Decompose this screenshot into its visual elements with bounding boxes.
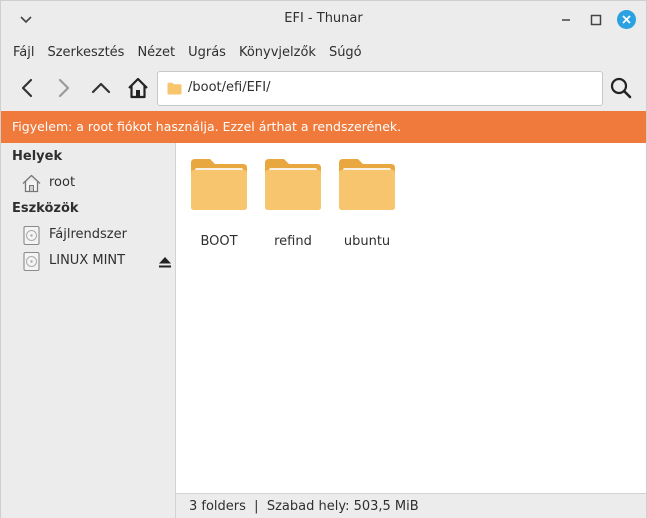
- menu-help[interactable]: Súgó: [324, 45, 367, 60]
- folder-item[interactable]: refind: [260, 157, 326, 249]
- sidebar-item-filesystem[interactable]: Fájlrendszer: [21, 223, 175, 247]
- eject-icon[interactable]: [158, 255, 172, 269]
- back-arrow-icon[interactable]: [15, 75, 41, 101]
- root-warning-banner: Figyelem: a root fiókot használja. Ezzel…: [1, 111, 646, 143]
- window-title: EFI - Thunar: [284, 11, 363, 26]
- folder-icon: [339, 159, 395, 210]
- location-bar[interactable]: /boot/efi/EFI/: [157, 71, 603, 106]
- devices-heading: Eszközök: [12, 201, 79, 216]
- places-heading: Helyek: [12, 149, 63, 164]
- toolbar: /boot/efi/EFI/: [1, 67, 646, 110]
- menu-view[interactable]: Nézet: [132, 45, 180, 60]
- menu-edit[interactable]: Szerkesztés: [42, 45, 129, 60]
- folder-icon: [191, 159, 247, 210]
- menu-bar: Fájl Szerkesztés Nézet Ugrás Könyvjelzők…: [1, 38, 646, 66]
- sidebar-item-linux-mint[interactable]: LINUX MINT: [21, 249, 175, 273]
- menu-bookmarks[interactable]: Könyvjelzők: [234, 45, 321, 60]
- minimize-icon[interactable]: [557, 11, 575, 29]
- sidebar-item-label: Fájlrendszer: [49, 227, 127, 242]
- folder-icon: [167, 82, 182, 95]
- sidebar: Helyek root Eszközök Fájlrendszer LINUX …: [1, 143, 176, 518]
- maximize-icon[interactable]: [587, 11, 605, 29]
- status-bar: 3 folders | Szabad hely: 503,5 MiB: [176, 493, 646, 518]
- folder-name: ubuntu: [343, 234, 391, 249]
- sidebar-item-label: LINUX MINT: [49, 253, 126, 268]
- title-bar: EFI - Thunar: [1, 1, 646, 38]
- folder-icon: [265, 159, 321, 210]
- sidebar-item-label: root: [49, 175, 76, 190]
- up-arrow-icon[interactable]: [88, 75, 114, 101]
- drive-icon: [23, 225, 40, 246]
- thunar-window: EFI - Thunar Fájl Szerkesztés Nézet Ugrá…: [0, 0, 647, 518]
- menu-file[interactable]: Fájl: [8, 45, 39, 60]
- drive-icon: [23, 251, 40, 272]
- close-icon[interactable]: [617, 10, 636, 29]
- forward-arrow-icon[interactable]: [50, 75, 76, 101]
- folder-item[interactable]: ubuntu: [334, 157, 400, 249]
- search-icon[interactable]: [608, 75, 634, 101]
- home-icon[interactable]: [125, 75, 151, 101]
- menu-go[interactable]: Ugrás: [183, 45, 231, 60]
- home-icon: [22, 174, 41, 193]
- folder-item[interactable]: BOOT: [186, 157, 252, 249]
- file-view: BOOT refind ubuntu: [176, 143, 646, 493]
- sidebar-item-root[interactable]: root: [21, 171, 175, 195]
- location-path[interactable]: /boot/efi/EFI/: [188, 80, 271, 95]
